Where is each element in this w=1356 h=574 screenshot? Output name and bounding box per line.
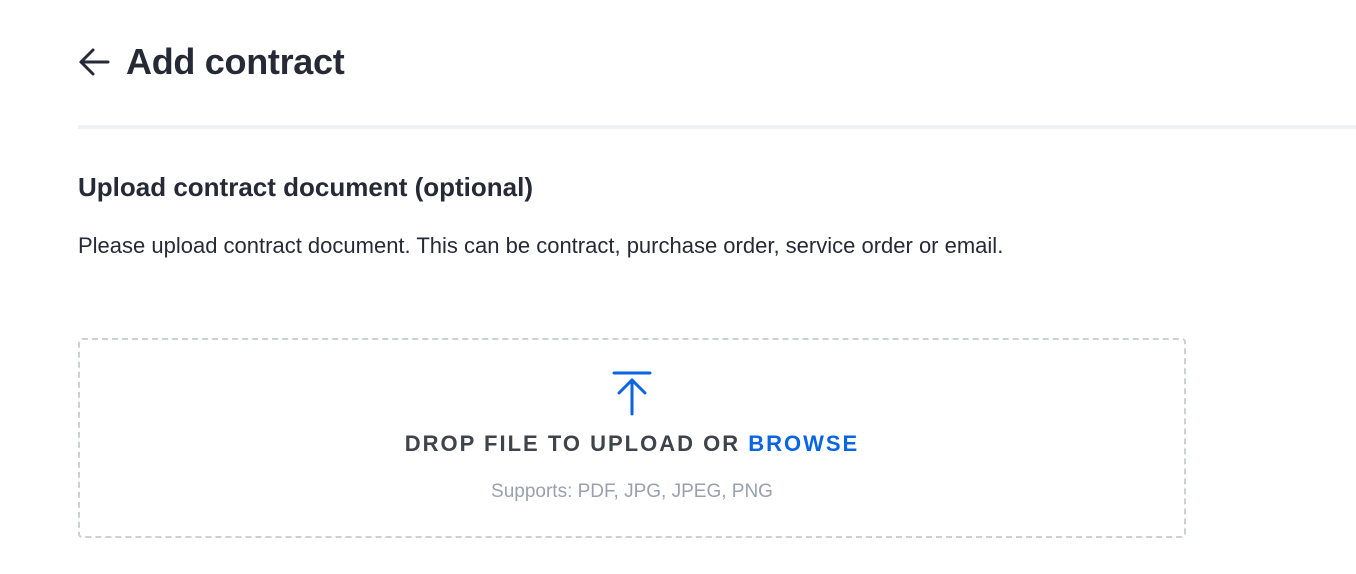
supported-formats: Supports: PDF, JPG, JPEG, PNG [491, 481, 773, 502]
arrow-left-icon [79, 48, 110, 76]
back-button[interactable] [78, 46, 110, 78]
header-divider [78, 125, 1356, 129]
page-title: Add contract [126, 41, 345, 82]
drop-label: DROP FILE TO UPLOAD OR [404, 431, 741, 456]
page-header: Add contract [78, 36, 345, 88]
section-description: Please upload contract document. This ca… [78, 233, 1004, 258]
section-title: Upload contract document (optional) [78, 172, 533, 202]
file-dropzone[interactable]: DROP FILE TO UPLOAD OR BROWSE Supports: … [78, 338, 1186, 538]
browse-link[interactable]: BROWSE [748, 431, 859, 456]
upload-arrow-icon [612, 371, 652, 416]
drop-instructions: DROP FILE TO UPLOAD OR BROWSE [80, 431, 1184, 457]
